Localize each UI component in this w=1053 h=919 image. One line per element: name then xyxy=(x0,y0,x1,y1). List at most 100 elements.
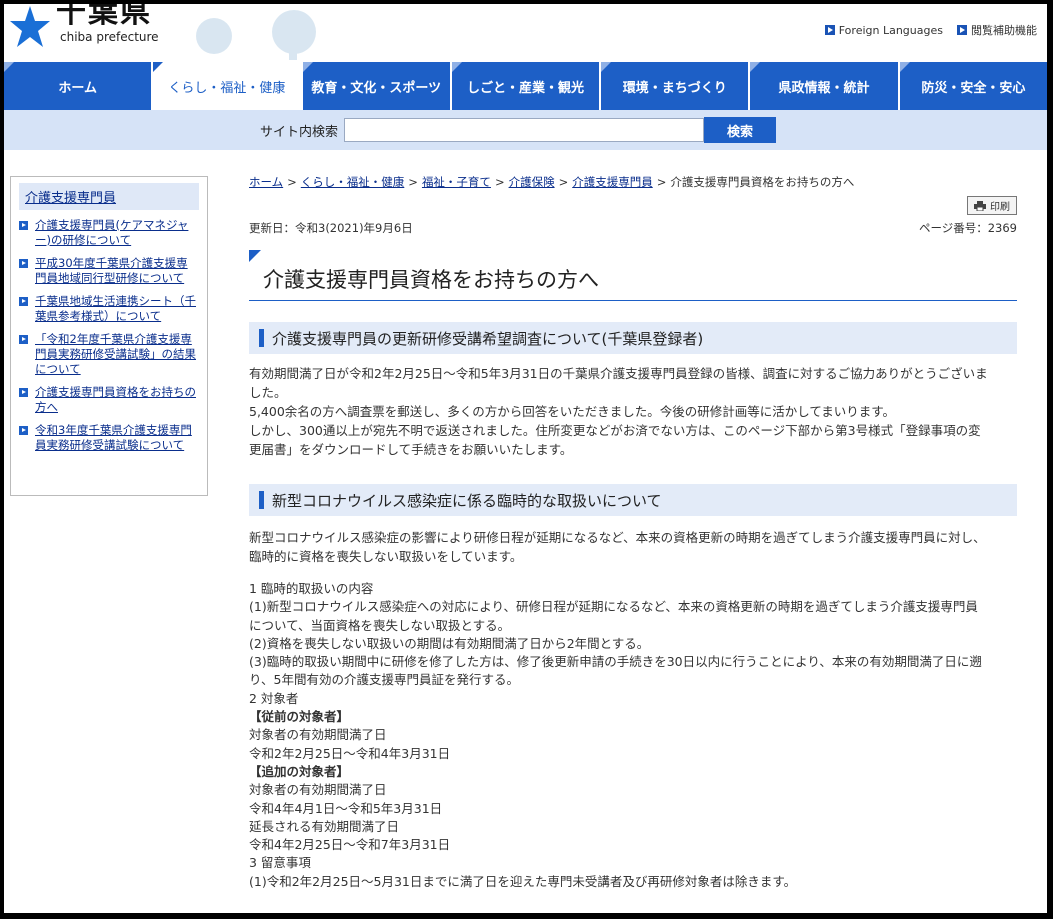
sidebar-item-link[interactable]: 介護支援専門員(ケアマネジャー)の研修について xyxy=(35,218,199,248)
foreign-languages-label: Foreign Languages xyxy=(838,23,943,37)
arrow-right-icon xyxy=(19,388,28,397)
breadcrumb-link-home[interactable]: ホーム xyxy=(249,175,283,189)
detail-line: 令和2年2月25日～令和4年3月31日 xyxy=(249,745,451,761)
detail-line: 対象者の有効期間満了日 xyxy=(249,782,387,798)
header-decoration-icon xyxy=(196,10,316,60)
sidebar-item: 千葉県地域生活連携シート（千葉県参考様式）について xyxy=(19,294,199,324)
foreign-languages-link[interactable]: Foreign Languages xyxy=(824,22,943,38)
search-label: サイト内検索 xyxy=(260,124,339,140)
sidebar-item-link[interactable]: 令和3年度千葉県介護支援専門員実務研修受講試験について xyxy=(35,423,199,453)
arrow-right-icon xyxy=(19,221,28,230)
detail-line: 令和4年4月1日～令和5年3月31日 xyxy=(249,800,443,816)
detail-line: 2 対象者 xyxy=(249,690,299,706)
print-button[interactable]: 印刷 xyxy=(967,196,1017,215)
page-title-block: 介護支援専門員資格をお持ちの方へ xyxy=(249,250,1017,301)
detail-line: (1)新型コロナウイルス感染症への対応により、研修日程が延期になるなど、本来の資… xyxy=(249,599,978,615)
section-bar-icon xyxy=(259,329,264,347)
breadcrumb-current: 介護支援専門員資格をお持ちの方へ xyxy=(670,175,855,189)
sidebar-item: 平成30年度千葉県介護支援専門員地域同行型研修について xyxy=(19,256,199,286)
breadcrumb-separator: > xyxy=(287,175,297,189)
arrow-right-icon xyxy=(19,297,28,306)
breadcrumb-separator: > xyxy=(494,175,505,189)
breadcrumb-link-life[interactable]: くらし・福祉・健康 xyxy=(301,175,405,189)
updated-date: 更新日：令和3(2021)年9月6日 xyxy=(249,221,413,235)
logo-title: 千葉県 xyxy=(56,4,152,30)
arrow-right-icon xyxy=(824,25,835,35)
detail-line: (3)臨時的取扱い期間中に研修を修了した方は、修了後更新申請の手続きを30日以内… xyxy=(249,654,982,670)
paragraph-line: 新型コロナウイルス感染症の影響により研修日程が延期になるなど、本来の資格更新の時… xyxy=(249,530,986,545)
breadcrumb-separator: > xyxy=(408,175,418,189)
sidebar-item-link[interactable]: 「令和2年度千葉県介護支援専門員実務研修受講試験」の結果について xyxy=(35,332,199,377)
detail-line: (2)資格を喪失しない取扱いの期間は有効期間満了日から2年間とする。 xyxy=(249,635,650,651)
site-search-bar: サイト内検索 検索 xyxy=(4,110,1047,150)
detail-line: 3 留意事項 xyxy=(249,855,311,871)
detail-line: 1 臨時的取扱いの内容 xyxy=(249,581,374,596)
page-title: 介護支援専門員資格をお持ちの方へ xyxy=(263,268,599,292)
breadcrumb-separator: > xyxy=(656,175,667,189)
arrow-right-icon xyxy=(19,426,28,435)
detail-line: 延長される有効期間満了日 xyxy=(249,818,400,834)
section-heading: 新型コロナウイルス感染症に係る臨時的な取扱いについて xyxy=(249,484,1017,516)
sidebar-item: 令和3年度千葉県介護支援専門員実務研修受講試験について xyxy=(19,423,199,453)
chiba-star-logo-icon xyxy=(10,6,50,47)
section-heading: 介護支援専門員の更新研修受講希望調査について(千葉県登録者) xyxy=(249,322,1017,354)
nav-environment-town[interactable]: 環境・まちづくり xyxy=(601,62,751,110)
detail-line: 【追加の対象者】 xyxy=(249,763,350,779)
detail-line: (1)令和2年2月25日～5月31日までに満了日を迎えた専門未受講者及び再研修対… xyxy=(249,873,797,889)
detail-line: について、当面資格を喪失しない取扱とする。 xyxy=(249,617,511,633)
breadcrumb-separator: > xyxy=(558,175,569,189)
sidebar-item: 介護支援専門員資格をお持ちの方へ xyxy=(19,385,199,415)
detail-line: り、5年間有効の介護支援専門員証を発行する。 xyxy=(249,672,519,688)
search-input[interactable] xyxy=(344,118,705,142)
page-number: ページ番号：2369 xyxy=(918,221,1017,235)
nav-prefecture-info[interactable]: 県政情報・統計 xyxy=(750,62,900,110)
site-logo[interactable]: 千葉県 chiba prefecture xyxy=(8,4,159,50)
main-content: ホーム > くらし・福祉・健康 > 福祉・子育て > 介護保険 > 介護支援専門員 > 介護支援専門… xyxy=(249,174,1017,889)
detail-line: 対象者の有効期間満了日 xyxy=(249,727,387,743)
accessibility-link[interactable]: 閲覧補助機能 xyxy=(957,22,1037,38)
section2-details: 1 臨時的取扱いの内容 (1)新型コロナウイルス感染症への対応により、研修日程が… xyxy=(249,580,1017,891)
section1-title: 介護支援専門員の更新研修受講希望調査について(千葉県登録者) xyxy=(272,329,704,348)
breadcrumb-link-welfare[interactable]: 福祉・子育て xyxy=(422,175,491,189)
sidebar-item: 介護支援専門員(ケアマネジャー)の研修について xyxy=(19,218,199,248)
breadcrumb-link-insurance[interactable]: 介護保険 xyxy=(509,175,555,189)
breadcrumb: ホーム > くらし・福祉・健康 > 福祉・子育て > 介護保険 > 介護支援専門員 > 介護支援専門… xyxy=(249,174,1017,190)
paragraph-line: した。 xyxy=(249,385,287,400)
section1-body: 有効期間満了日が令和2年2月25日～令和5年3月31日の千葉県介護支援専門員登録… xyxy=(249,364,1017,459)
section2-intro: 新型コロナウイルス感染症の影響により研修日程が延期になるなど、本来の資格更新の時… xyxy=(249,528,1017,566)
paragraph-line: 5,400余名の方へ調査票を郵送し、多くの方から回答をいただきました。今後の研修… xyxy=(249,404,896,419)
sidebar-heading-link[interactable]: 介護支援専門員 xyxy=(25,191,116,206)
nav-home[interactable]: ホーム xyxy=(4,62,154,110)
accessibility-label: 閲覧補助機能 xyxy=(971,24,1037,37)
print-label: 印刷 xyxy=(990,202,1010,213)
sidebar-item-link[interactable]: 介護支援専門員資格をお持ちの方へ xyxy=(35,385,199,415)
sidebar-item-link[interactable]: 千葉県地域生活連携シート（千葉県参考様式）について xyxy=(35,294,199,324)
site-header: 千葉県 chiba prefecture Foreign Languages 閲… xyxy=(4,4,1047,62)
breadcrumb-link-care-manager[interactable]: 介護支援専門員 xyxy=(572,175,653,189)
nav-life-welfare-health[interactable]: くらし・福祉・健康 xyxy=(153,62,303,110)
paragraph-line: 臨時的に資格を喪失しない取扱いをしています。 xyxy=(249,549,523,564)
paragraph-line: しかし、300通以上が宛先不明で返送されました。住所変更などがお済でない方は、こ… xyxy=(249,423,981,438)
section-bar-icon xyxy=(259,491,264,509)
section2-title: 新型コロナウイルス感染症に係る臨時的な取扱いについて xyxy=(272,491,662,510)
sidebar-item: 「令和2年度千葉県介護支援専門員実務研修受講試験」の結果について xyxy=(19,332,199,377)
paragraph-line: 有効期間満了日が令和2年2月25日～令和5年3月31日の千葉県介護支援専門員登録… xyxy=(249,366,988,381)
sidebar-heading: 介護支援専門員 xyxy=(19,183,199,210)
arrow-right-icon xyxy=(957,25,967,35)
paragraph-line: 更届書」をダウンロードして手続きをお願いいたします。 xyxy=(249,442,573,457)
logo-subtitle: chiba prefecture xyxy=(60,30,159,44)
sidebar-item-link[interactable]: 平成30年度千葉県介護支援専門員地域同行型研修について xyxy=(35,256,199,286)
detail-line: 令和4年2月25日～令和7年3月31日 xyxy=(249,837,451,853)
page-meta: 更新日：令和3(2021)年9月6日 ページ番号：2369 xyxy=(249,220,1017,236)
utility-links: Foreign Languages 閲覧補助機能 xyxy=(824,22,1037,38)
arrow-right-icon xyxy=(19,335,28,344)
search-button[interactable]: 検索 xyxy=(704,117,777,143)
printer-icon xyxy=(974,200,986,211)
nav-disaster-safety[interactable]: 防災・安全・安心 xyxy=(899,62,1047,110)
global-nav: ホーム くらし・福祉・健康 教育・文化・スポーツ しごと・産業・観光 環境・まち… xyxy=(4,62,1047,110)
sidebar: 介護支援専門員 介護支援専門員(ケアマネジャー)の研修について 平成30年度千葉… xyxy=(10,176,208,496)
nav-work-industry-tourism[interactable]: しごと・産業・観光 xyxy=(451,62,602,110)
title-corner-mark-icon xyxy=(249,250,261,262)
arrow-right-icon xyxy=(19,259,28,268)
nav-education-culture-sports[interactable]: 教育・文化・スポーツ xyxy=(302,62,452,110)
